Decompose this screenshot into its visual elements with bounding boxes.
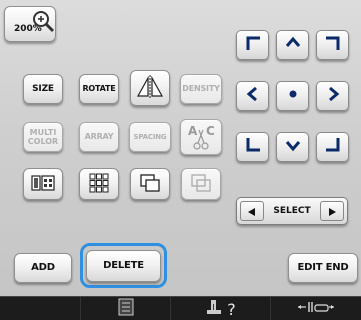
array-label: ARRAY [84,132,114,141]
multi-color-button[interactable]: MULTI COLOR [23,122,63,152]
machine-help-icon [205,298,223,320]
outline-icon [189,172,213,197]
presser-foot-button[interactable] [270,297,361,320]
corner-top-right-icon [324,34,342,56]
move-down-button[interactable] [276,132,309,162]
move-left-button[interactable] [236,81,269,111]
corner-top-left-icon [244,34,262,56]
flip-icon [135,74,165,103]
chevron-up-icon [284,34,302,56]
move-right-button[interactable] [316,81,349,111]
select-control: SELECT [236,197,348,225]
magnifier-plus-icon [31,9,55,36]
edit-end-label: EDIT END [297,262,349,273]
alphabet-edit-button[interactable]: A C [180,119,222,155]
add-label: ADD [31,262,55,273]
stitch-list-button[interactable] [80,297,170,320]
border-icon [29,173,57,196]
size-label: SIZE [32,83,54,94]
edit-end-button[interactable]: EDIT END [288,253,358,283]
flip-button[interactable] [130,70,170,106]
svg-text:C: C [206,124,215,138]
rotate-label: ROTATE [82,84,116,93]
select-prev-button[interactable] [240,201,264,221]
checklist-icon [118,298,134,320]
corner-bottom-right-icon [324,136,342,158]
group-icon [138,172,162,197]
triangle-right-icon [327,202,337,221]
density-button[interactable]: DENSITY [180,74,222,104]
embroidery-edit-screen: { "zoom": {"label": "200%", "icon": "mag… [0,0,361,320]
bottom-bar: ? [0,296,361,320]
move-down-right-button[interactable] [316,132,349,162]
triangle-left-icon [247,202,257,221]
select-label: SELECT [273,206,311,216]
density-label: DENSITY [182,84,220,93]
move-up-button[interactable] [276,30,309,60]
select-next-button[interactable] [319,201,344,221]
repeat-icon [88,172,110,197]
svg-text:A: A [188,124,198,138]
chevron-right-icon [324,85,342,107]
repeat-button[interactable] [79,168,119,200]
chevron-left-icon [244,85,262,107]
presser-foot-icon [296,299,336,319]
move-up-left-button[interactable] [236,30,269,60]
center-dot-icon [284,85,302,107]
corner-bottom-left-icon [244,136,262,158]
move-center-button[interactable] [276,81,309,111]
rotate-button[interactable]: ROTATE [79,74,119,104]
help-label: ? [227,299,236,319]
outline-button[interactable] [181,168,221,200]
delete-label: DELETE [103,260,144,271]
delete-button[interactable]: DELETE [86,250,161,282]
array-button[interactable]: ARRAY [79,122,119,152]
chevron-down-icon [284,136,302,158]
move-up-right-button[interactable] [316,30,349,60]
help-button[interactable]: ? [170,297,270,320]
spacing-button[interactable]: SPACING [129,122,171,152]
spacing-label: SPACING [133,132,167,141]
bottom-blank-cell [0,297,80,320]
border-button[interactable] [23,168,63,200]
scissors-icon: A C [181,120,221,157]
add-button[interactable]: ADD [14,253,72,283]
move-down-left-button[interactable] [236,132,269,162]
multi-color-label: MULTI COLOR [27,128,59,146]
size-button[interactable]: SIZE [23,74,63,104]
group-button[interactable] [130,168,170,200]
zoom-200-button[interactable]: 200% [4,6,56,42]
